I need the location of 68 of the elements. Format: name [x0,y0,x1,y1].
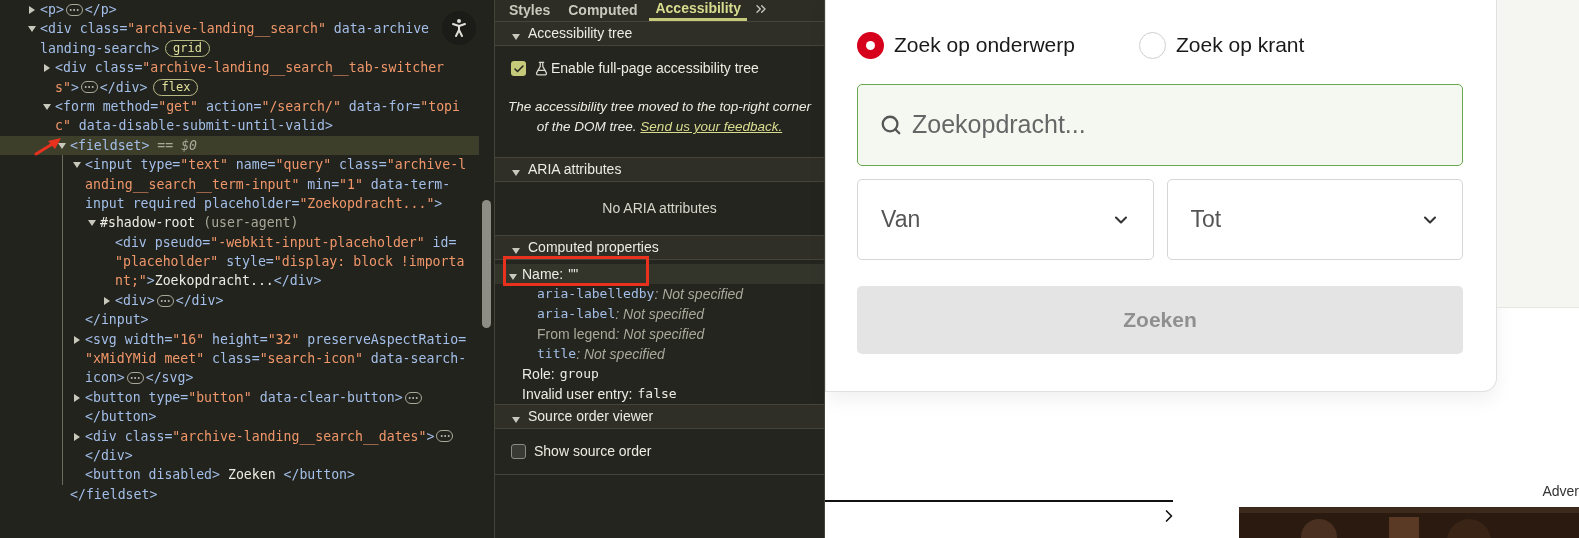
markup-text: </p> [84,1,117,19]
markup-text: <button type="button" data-clear-button> [85,388,403,407]
property-value: "" [568,264,579,284]
markup-text: icon> [85,369,125,388]
markup-text: <form method="get" action="/search/" data-for="topi [55,97,460,116]
radio-label[interactable]: Zoek op krant [1175,29,1305,61]
markup-text: </fieldset> [70,485,158,504]
empty-message: No ARIA attributes [601,199,718,218]
markup-text: nt;">Zoekopdracht...</div> [115,272,322,291]
source-value: : Not specified [654,284,744,304]
markup-text: "placeholder" style="display: block !importa [115,253,465,272]
dom-tree-row[interactable]: <div class="archive-landing__search" data-archive landing-search> grid [0,19,479,59]
markup-text: <svg width="16" height="32" preserveAspectRatio= [85,330,467,349]
markup-text: <p> [40,1,64,19]
source-name: aria-labelledby [537,285,655,304]
sidebar-tab[interactable]: Computed [562,0,644,21]
dom-tree-row[interactable]: <form method="get" action="/search/" data-for="topi c" data-disable-submit-until-valid> [0,96,479,136]
markup-text: s"> [55,78,79,97]
date-select[interactable]: Tot [1166,179,1463,260]
source-value: : Not specified [615,304,704,324]
checkbox-label[interactable]: Enable full-page accessibility tree [551,58,759,79]
markup-text: c" data-disable-submit-until-valid> [55,117,333,136]
dom-tree-row[interactable]: #shadow-root (user-agent) [0,213,479,233]
markup-text: <input type="text" name="query" class="archive-l [85,156,467,175]
date-select[interactable]: Van [857,179,1154,260]
dom-tree-row[interactable]: <button disabled> Zoeken </button> [0,465,479,485]
source-name: aria-label [537,305,616,324]
dom-tree-row[interactable]: <div pseudo="-webkit-input-placeholder" id= "placeholder" style="display: block !importa nt;">Zoekopdracht...</div> [0,232,479,291]
markup-text: <div class="archive-landing__search__dates"> [85,427,435,446]
markup-text: </svg> [145,369,194,388]
search-placeholder: Zoekopdracht... [912,109,1086,141]
search-field[interactable]: Zoekopdracht... [857,84,1463,166]
markup-text: </button> [85,408,157,427]
markup-text: landing-search> [40,39,160,58]
dom-tree-row[interactable]: <p> </p> [0,0,479,20]
markup-text: <div class="archive-landing__search__tab-switcher [55,59,445,78]
info-note: The accessibility tree moved to the top-right corner of the DOM tree. Send us your feedback. [506,98,813,136]
dom-tree-row[interactable]: <div> </div> [0,290,479,311]
checkbox-label[interactable]: Show source order [534,441,652,462]
dom-tree-row[interactable]: <input type="text" name="query" class="archive-l anding__search__term-input" min="1" data-term- input required placeholder="Zoekopdracht..."> [0,155,479,214]
markup-text: <fieldset> == $0 [70,136,198,155]
markup-text: input required placeholder="Zoekopdracht..."> [85,194,443,213]
source-value: : Not specified [615,324,705,344]
markup-text: anding__search__term-input" min="1" data-term- [85,175,451,194]
markup-text: <button disabled> Zoeken </button> [85,466,355,485]
dom-tree-row[interactable]: <div class="archive-landing__search__tab-switcher s"> </div> flex [0,58,479,97]
source-name: From legend [537,324,616,344]
property-name: Name: [522,264,564,284]
markup-text: <div pseudo="-webkit-input-placeholder" id= [115,233,457,252]
property-name: Role: [522,364,555,384]
source-value: : Not specified [576,344,665,364]
advertisement-label: Adver [1542,482,1579,501]
property-value: group [559,365,599,384]
markup-text: </div> [99,78,148,97]
markup-text: <div> [115,291,155,310]
markup-text: "xMidYMid meet" class="search-icon" data-search- [85,350,467,369]
radio-label[interactable]: Zoek op onderwerp [894,29,1075,61]
dom-tree-row[interactable]: <fieldset> == $0 [0,135,479,156]
markup-text: </div> [175,291,224,310]
property-name: Invalid user entry: [522,384,633,404]
markup-text: </div> [85,447,133,465]
markup-text: <div class="archive-landing__search" data-archive [40,20,430,39]
feedback-link[interactable]: Send us your feedback. [640,119,783,134]
markup-text: </input> [85,311,149,330]
source-name: title [537,345,577,364]
markup-text: #shadow-root (user-agent) [100,214,299,233]
property-value: false [637,385,677,404]
sidebar-tab[interactable]: Styles [503,0,557,21]
